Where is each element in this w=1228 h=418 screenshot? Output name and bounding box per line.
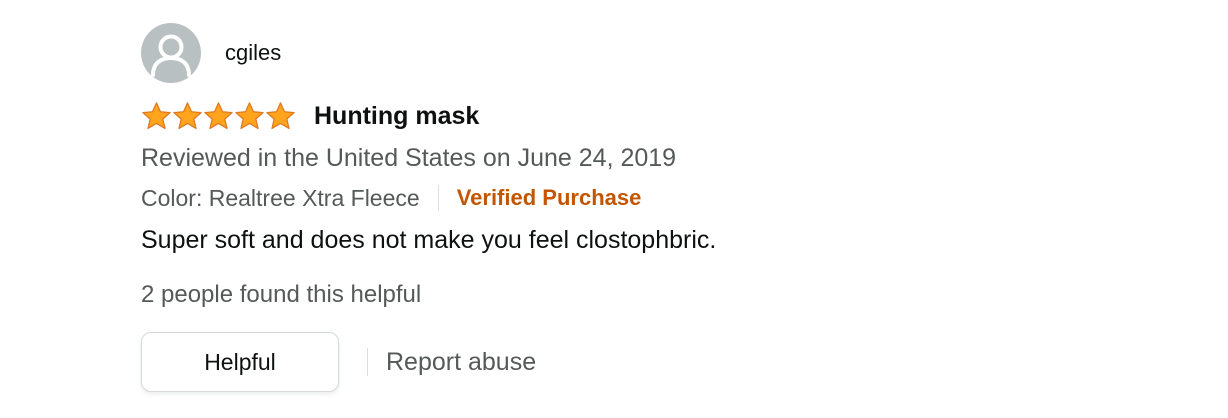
helpful-count: 2 people found this helpful [141,281,422,308]
variant-link[interactable]: Color: Realtree Xtra Fleece [141,186,420,210]
star-icon [266,102,295,130]
report-abuse-link[interactable]: Report abuse [386,349,536,375]
review-meta: Color: Realtree Xtra Fleece Verified Pur… [141,183,1141,213]
review-title[interactable]: Hunting mask [314,103,479,129]
review-actions: Helpful Report abuse [141,331,1141,393]
review-body: Super soft and does not make you feel cl… [141,226,717,254]
star-icon [204,102,233,130]
star-icon [173,102,202,130]
actions-divider [367,348,368,376]
review-date: Reviewed in the United States on June 24… [141,144,677,172]
helpful-button[interactable]: Helpful [141,332,339,392]
reviewer-name[interactable]: cgiles [225,42,281,64]
review-card: cgiles Hunting mask Reviewed in the Unit… [141,22,1141,393]
star-icon [235,102,264,130]
reviewer-profile[interactable]: cgiles [141,22,1141,84]
avatar-icon[interactable] [141,23,201,83]
star-icon [142,102,171,130]
star-rating[interactable] [141,99,296,133]
verified-purchase-badge: Verified Purchase [456,185,642,210]
meta-divider [437,185,439,211]
review-title-row: Hunting mask [141,99,1141,133]
